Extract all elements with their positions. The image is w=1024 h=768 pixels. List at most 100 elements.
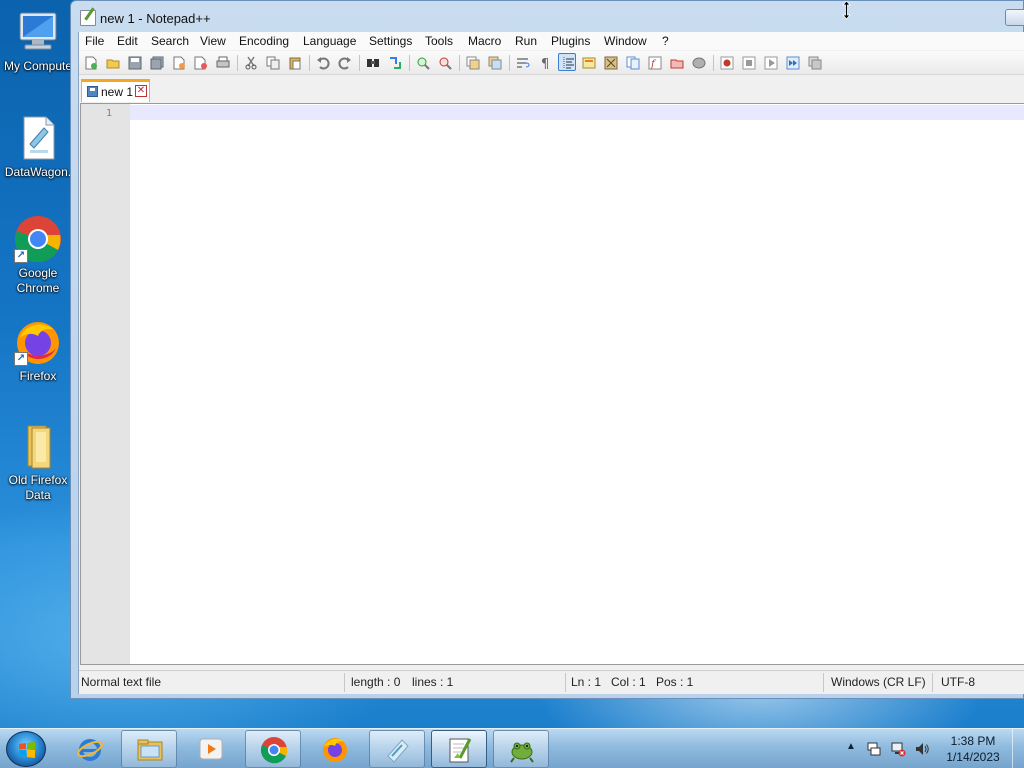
taskbar-internet-explorer[interactable]: [62, 730, 118, 768]
desktop-icon-old-firefox-data[interactable]: Old Firefox Data: [0, 422, 76, 503]
function-list-icon[interactable]: f: [646, 54, 664, 72]
taskbar-chrome[interactable]: [245, 730, 301, 768]
taskbar-notepadpp[interactable]: [431, 730, 487, 768]
indent-guide-icon[interactable]: [558, 53, 576, 71]
show-desktop-button[interactable]: [1012, 729, 1024, 768]
action-center-icon[interactable]: [866, 741, 882, 757]
document-list-icon[interactable]: [624, 54, 642, 72]
toolbar-separator: [359, 55, 360, 71]
find-icon[interactable]: [364, 54, 382, 72]
folder-icon: [14, 422, 62, 470]
zoom-in-icon[interactable]: [414, 54, 432, 72]
taskbar-file-explorer[interactable]: [121, 730, 177, 768]
firefox-icon: ↗: [14, 318, 62, 366]
toolbar: ¶ f: [79, 51, 1024, 75]
zoom-out-icon[interactable]: [436, 54, 454, 72]
status-eol: Windows (CR LF): [831, 675, 926, 689]
save-icon[interactable]: [126, 54, 144, 72]
line-number-gutter: 1: [81, 104, 130, 664]
copy-icon[interactable]: [264, 54, 282, 72]
menu-view[interactable]: View: [200, 34, 226, 48]
toolbar-separator: [459, 55, 460, 71]
menu-search[interactable]: Search: [151, 34, 189, 48]
window-title: new 1 - Notepad++: [100, 11, 211, 26]
close-all-icon[interactable]: [192, 54, 210, 72]
clock-date[interactable]: 1/14/2023: [945, 750, 1001, 764]
status-divider: [344, 673, 345, 692]
desktop-icon-firefox[interactable]: ↗ Firefox: [0, 318, 76, 384]
network-icon[interactable]: [890, 741, 906, 757]
word-wrap-icon[interactable]: [514, 54, 532, 72]
close-tab-icon[interactable]: ✕: [135, 85, 147, 97]
menu-help[interactable]: ?: [662, 34, 669, 48]
run-macro-multiple-icon[interactable]: [784, 54, 802, 72]
editor[interactable]: 1: [80, 103, 1024, 665]
firefox-icon: [323, 738, 347, 762]
menu-macro[interactable]: Macro: [468, 34, 501, 48]
redo-icon[interactable]: [336, 54, 354, 72]
taskbar-gecko-app[interactable]: [493, 730, 549, 768]
menu-run[interactable]: Run: [515, 34, 537, 48]
replace-icon[interactable]: [386, 54, 404, 72]
desktop-icon-label: Google Chrome: [16, 266, 60, 295]
status-pos: Pos : 1: [656, 675, 694, 689]
show-all-chars-icon[interactable]: ¶: [536, 54, 554, 72]
sync-vertical-icon[interactable]: [464, 54, 482, 72]
menu-edit[interactable]: Edit: [117, 34, 138, 48]
save-all-icon[interactable]: [148, 54, 166, 72]
play-macro-icon[interactable]: [762, 54, 780, 72]
desktop-icon-datawagon[interactable]: DataWagon.: [0, 114, 76, 180]
taskbar-firefox[interactable]: [307, 730, 363, 768]
cut-icon[interactable]: [242, 54, 260, 72]
menu-file[interactable]: File: [85, 34, 104, 48]
clock-time[interactable]: 1:38 PM: [945, 734, 1001, 748]
tab-label: new 1: [101, 85, 134, 99]
tab-new-1[interactable]: new 1 ✕: [81, 79, 150, 102]
desktop-icon-my-computer[interactable]: My Compute: [0, 8, 76, 74]
menu-encoding[interactable]: Encoding: [239, 34, 289, 48]
text-area[interactable]: [130, 120, 1024, 664]
taskbar-media-player[interactable]: [183, 730, 239, 768]
monitoring-icon[interactable]: [690, 54, 708, 72]
chrome-icon: [260, 737, 288, 764]
undo-icon[interactable]: [314, 54, 332, 72]
shortcut-arrow-icon: ↗: [14, 352, 28, 366]
menu-tools[interactable]: Tools: [425, 34, 453, 48]
new-file-icon[interactable]: [82, 54, 100, 72]
print-icon[interactable]: [214, 54, 232, 72]
save-macro-icon[interactable]: [806, 54, 824, 72]
status-divider: [565, 673, 566, 692]
line-number: 1: [105, 108, 112, 119]
document-map-icon[interactable]: [602, 54, 620, 72]
volume-icon[interactable]: [914, 741, 930, 757]
record-macro-icon[interactable]: [718, 54, 736, 72]
restore-button[interactable]: [1005, 9, 1024, 26]
close-icon[interactable]: [170, 54, 188, 72]
menu-window[interactable]: Window: [604, 34, 647, 48]
taskbar-datawagon[interactable]: [369, 730, 425, 768]
sync-horizontal-icon[interactable]: [486, 54, 504, 72]
menu-settings[interactable]: Settings: [369, 34, 412, 48]
toolbar-separator: [409, 55, 410, 71]
paste-icon[interactable]: [286, 54, 304, 72]
start-button[interactable]: [6, 731, 46, 767]
datawagon-icon: [387, 739, 409, 763]
show-hidden-icons-icon[interactable]: ▲: [846, 741, 856, 752]
status-length: length : 0: [351, 675, 401, 689]
folder-as-workspace-icon[interactable]: [668, 54, 686, 72]
status-divider: [932, 673, 933, 692]
open-file-icon[interactable]: [104, 54, 122, 72]
taskbar: ▲ 1:38 PM 1/14/2023: [0, 728, 1024, 768]
stop-macro-icon[interactable]: [740, 54, 758, 72]
menu-plugins[interactable]: Plugins: [551, 34, 590, 48]
tab-bar: new 1 ✕: [79, 76, 1024, 102]
user-defined-language-icon[interactable]: [580, 54, 598, 72]
desktop-icon-google-chrome[interactable]: ↗ Google Chrome: [0, 215, 76, 296]
resize-cursor-icon: [842, 1, 851, 19]
title-bar[interactable]: new 1 - Notepad++: [71, 1, 1024, 33]
windows-logo-icon: [19, 742, 35, 758]
toolbar-separator: [309, 55, 310, 71]
toolbar-separator: [509, 55, 510, 71]
menu-language[interactable]: Language: [303, 34, 356, 48]
status-bar: Normal text file length : 0 lines : 1 Ln…: [79, 670, 1024, 694]
